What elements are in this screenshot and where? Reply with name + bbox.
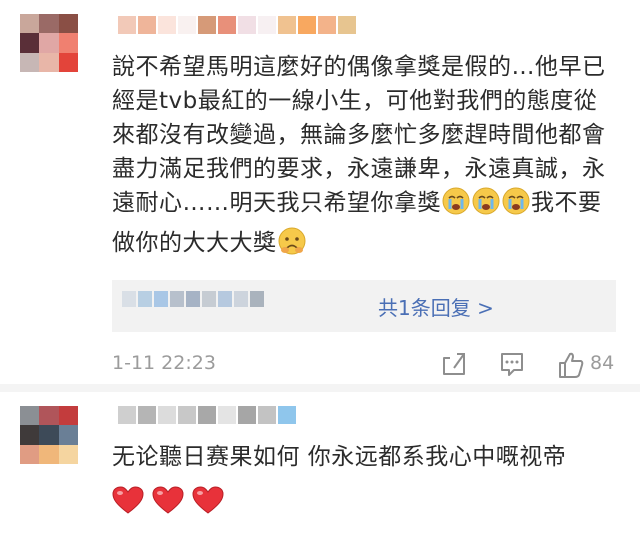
username-pixel: [298, 16, 316, 34]
crying-face-icon: [441, 186, 471, 226]
comment-meta: 1-11 22:23 84: [112, 350, 622, 380]
comment-item: 說不希望馬明這麼好的偶像拿獎是假的…他早已經是tvb最紅的一線小生，可他對我們的…: [0, 0, 640, 385]
like-icon[interactable]: [556, 350, 586, 384]
username-pixel: [218, 406, 236, 424]
avatar-pixel: [58, 406, 78, 426]
reply-pixel: [154, 291, 168, 307]
avatar-pixel: [39, 444, 59, 464]
avatar-pixel: [20, 444, 40, 464]
like-count: 84: [590, 352, 615, 374]
reply-preview[interactable]: 共1条回复 >: [112, 280, 616, 332]
avatar-pixel: [20, 14, 40, 34]
username[interactable]: [118, 406, 296, 424]
avatar-pixel: [39, 14, 59, 34]
username-pixel: [178, 16, 196, 34]
heart-icon: [192, 486, 224, 518]
username-pixel: [178, 406, 196, 424]
username-pixel: [278, 406, 296, 424]
reply-pixel: [218, 291, 232, 307]
username-pixel: [158, 406, 176, 424]
reply-pixel: [186, 291, 200, 307]
username-pixel: [258, 406, 276, 424]
reply-username: [122, 291, 264, 307]
username-pixel: [278, 16, 296, 34]
heart-emoji-row: [112, 486, 224, 518]
username-pixel: [238, 16, 256, 34]
username-pixel: [218, 16, 236, 34]
crying-face-icon: [471, 186, 501, 226]
avatar-pixel: [20, 425, 40, 445]
username-pixel: [118, 406, 136, 424]
username-pixel: [198, 406, 216, 424]
avatar-pixel: [58, 52, 78, 72]
heart-icon: [152, 486, 184, 518]
avatar-pixel: [39, 52, 59, 72]
reply-pixel: [202, 291, 216, 307]
reply-pixel: [122, 291, 136, 307]
username-pixel: [198, 16, 216, 34]
avatar-pixel: [58, 14, 78, 34]
avatar-pixel: [58, 444, 78, 464]
avatar-pixel: [39, 33, 59, 53]
crying-face-icon: [501, 186, 531, 226]
share-icon[interactable]: [440, 350, 468, 382]
divider: [0, 384, 640, 392]
avatar-pixel: [20, 406, 40, 426]
comment-icon[interactable]: [498, 350, 526, 382]
comment-text: 說不希望馬明這麼好的偶像拿獎是假的…他早已經是tvb最紅的一線小生，可他對我們的…: [112, 50, 616, 266]
avatar-pixel: [39, 406, 59, 426]
avatar-pixel: [20, 52, 40, 72]
comment-body: 无论聽日赛果如何 你永远都系我心中嘅视帝: [112, 444, 567, 470]
username-pixel: [138, 16, 156, 34]
reply-pixel: [250, 291, 264, 307]
avatar-pixel: [39, 425, 59, 445]
username-pixel: [238, 406, 256, 424]
frowning-face-icon: [277, 226, 307, 266]
timestamp: 1-11 22:23: [112, 352, 216, 374]
username-pixel: [258, 16, 276, 34]
view-replies-link[interactable]: 共1条回复 >: [378, 292, 494, 321]
avatar-pixel: [20, 33, 40, 53]
avatar[interactable]: [20, 14, 78, 72]
username-pixel: [318, 16, 336, 34]
avatar-pixel: [58, 33, 78, 53]
avatar-pixel: [58, 425, 78, 445]
reply-pixel: [170, 291, 184, 307]
heart-icon: [112, 486, 144, 518]
username-pixel: [158, 16, 176, 34]
avatar[interactable]: [20, 406, 78, 464]
reply-pixel: [138, 291, 152, 307]
reply-pixel: [234, 291, 248, 307]
comment-item: 无论聽日赛果如何 你永远都系我心中嘅视帝: [0, 392, 640, 545]
username[interactable]: [118, 16, 356, 34]
username-pixel: [118, 16, 136, 34]
comment-text: 无论聽日赛果如何 你永远都系我心中嘅视帝: [112, 440, 616, 474]
username-pixel: [338, 16, 356, 34]
username-pixel: [138, 406, 156, 424]
